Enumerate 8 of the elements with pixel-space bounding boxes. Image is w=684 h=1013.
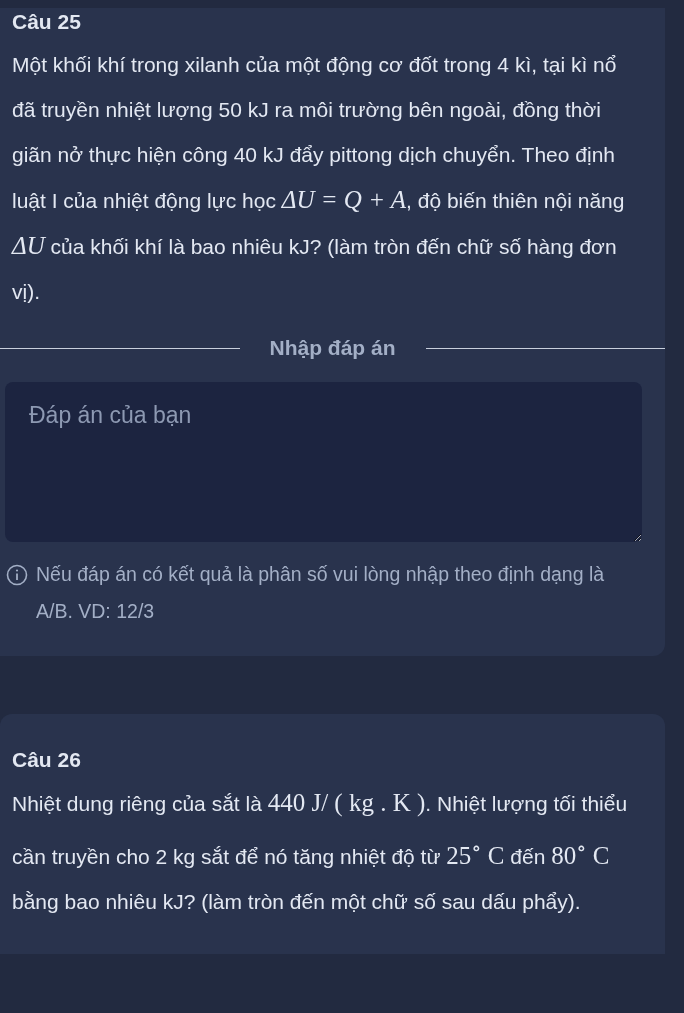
question-text: Nhiệt dung riêng của sắt là 440 J/ ( kg . K ). Nhiệt lượng tối thiểu cần truyền cho 2 kg sắt để nó tăng nhiệt độ từ 25$^{∘}$ C đến 80$^{∘}$ C bằng bao nhiêu kJ? (làm tròn đến một chữ số sau dấu phẩy). <box>11 788 629 916</box>
question-title: Câu 25 <box>11 10 82 34</box>
hint-text: Nếu đáp án có kết quả là phân số vui lòng nhập theo định dạng là A/B. VD: 12/3 <box>36 562 606 624</box>
info-icon <box>6 564 28 586</box>
answer-field[interactable]: Đáp án của bạn <box>5 382 642 542</box>
section-label: Nhập đáp án <box>269 336 396 360</box>
question-title: Câu 26 <box>11 748 82 772</box>
question-text: Một khối khí trong xilanh của một động cơ đốt trong 4 kì, tại kì nổ đã truyền nhiệt lượng 50 kJ ra môi trường bên ngoài, đồng thời giãn nở thực hiện công 40 kJ đẩy pittong dịch chuyển. Theo định luật I của nhiệt động lực học ΔU = Q + A, độ biến thiên nội năng ΔU của khối khí là bao nhiêu kJ? (làm tròn đến chữ số hàng đơn vị). <box>10 52 626 305</box>
